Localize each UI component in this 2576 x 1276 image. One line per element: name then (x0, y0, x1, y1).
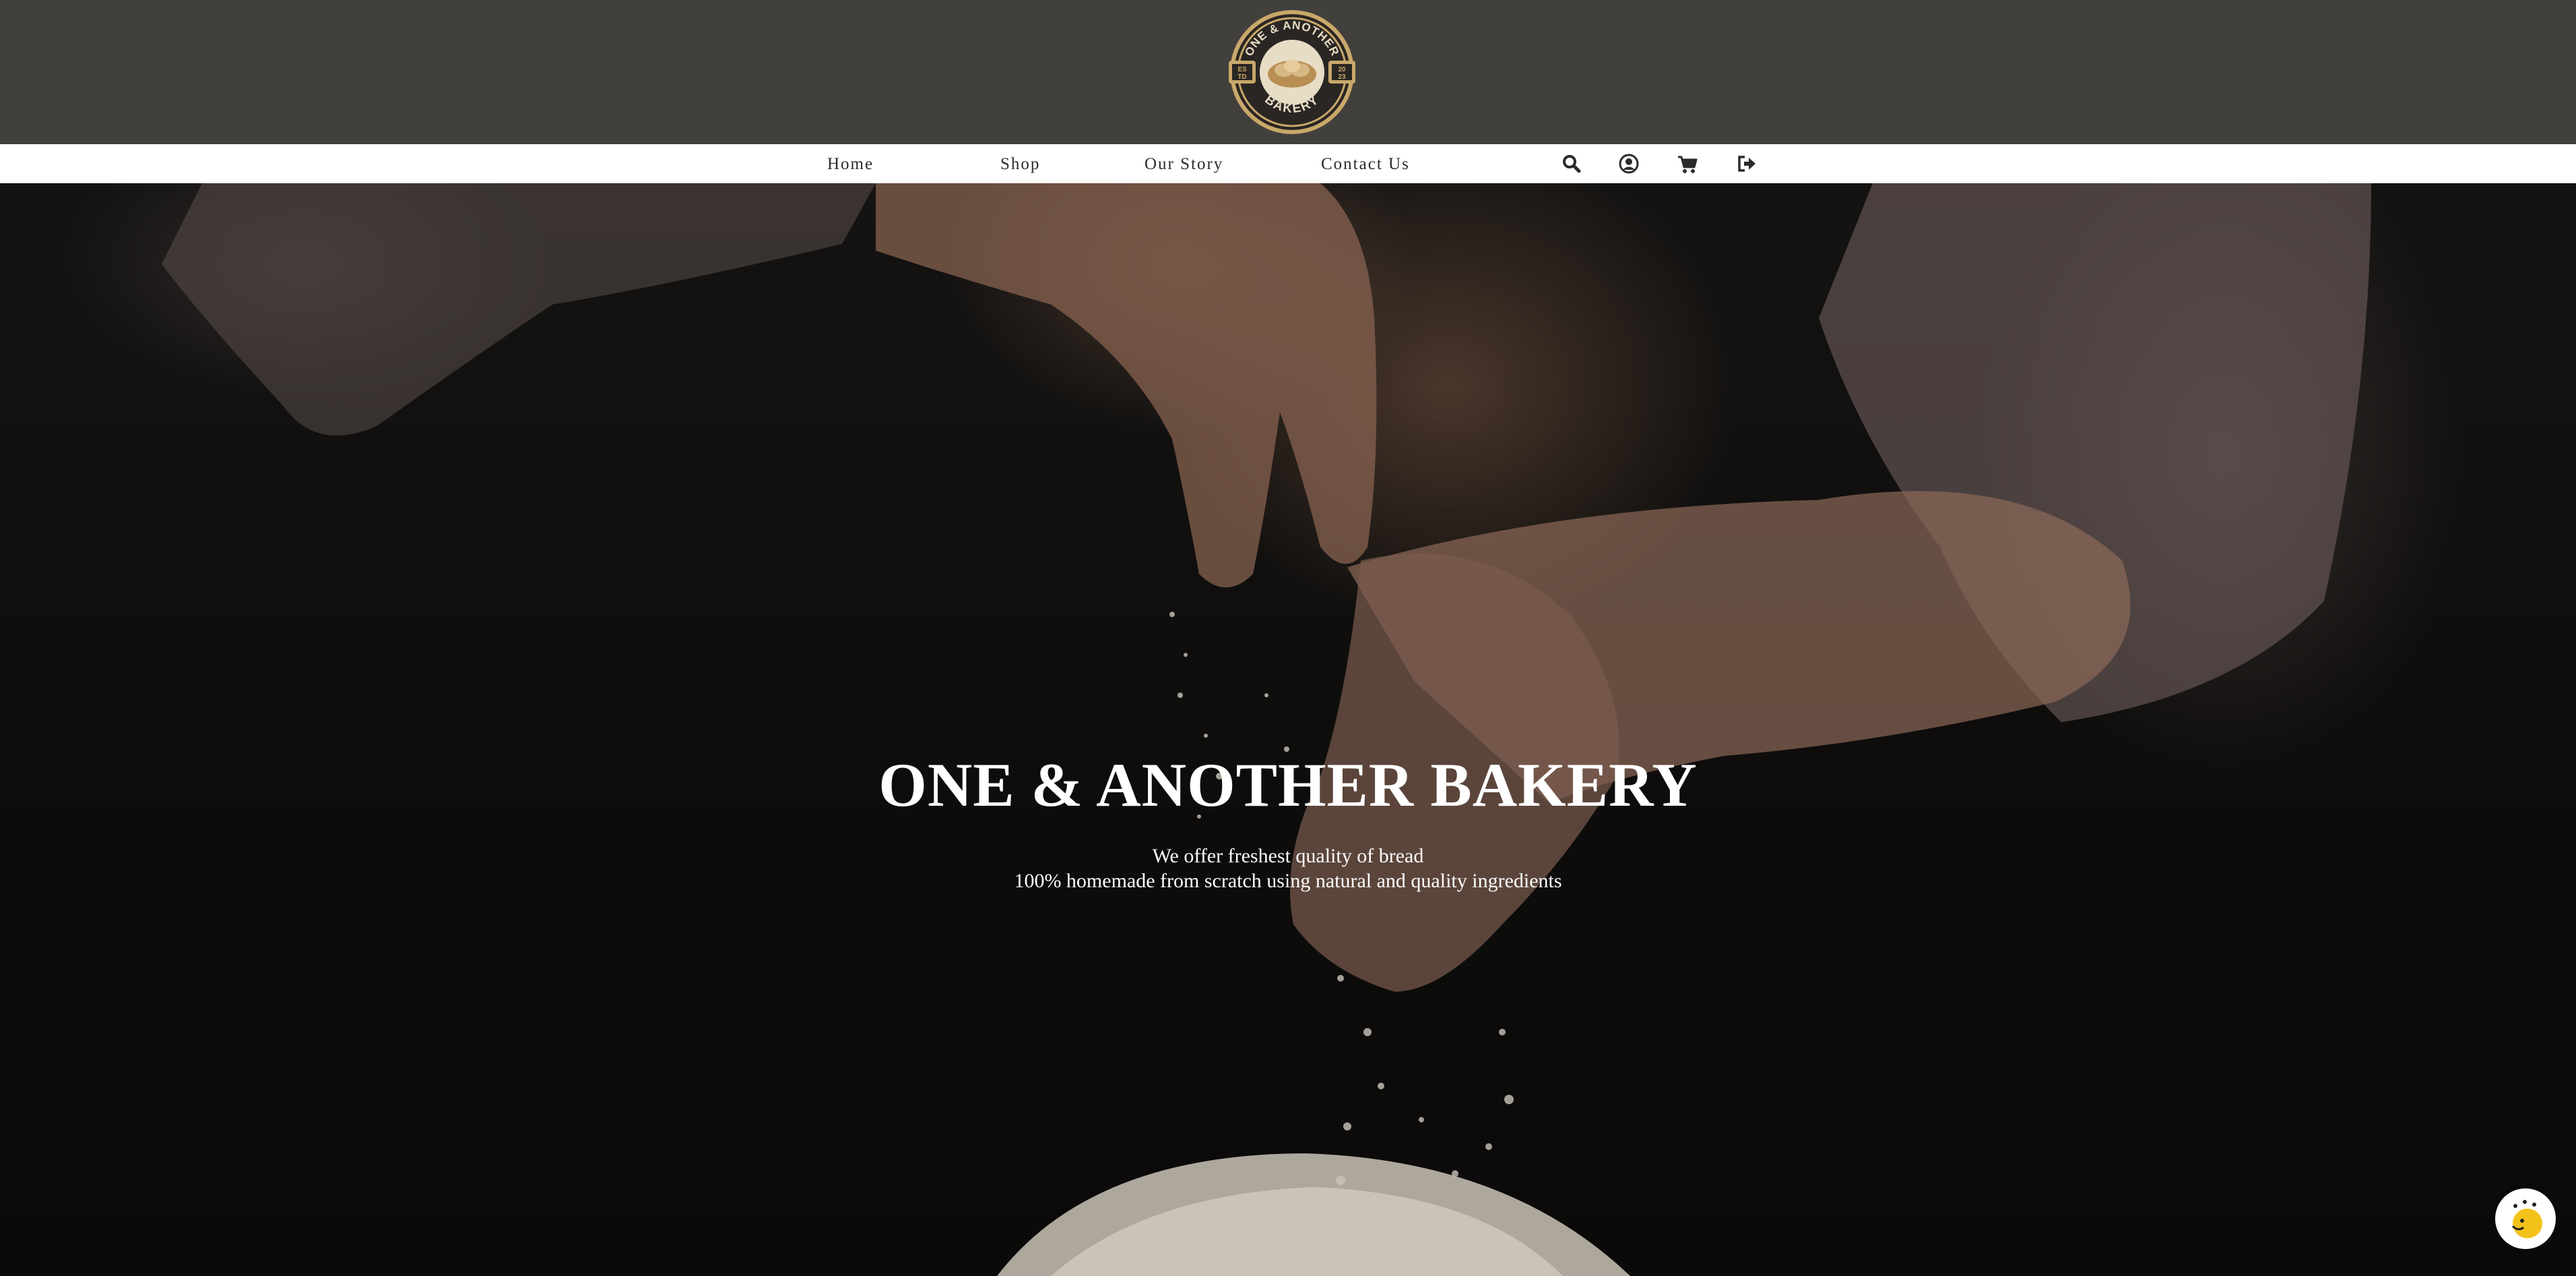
bakery-logo[interactable]: ES TD 20 23 ONE & ANOTHER BAKERY (1225, 8, 1359, 136)
svg-text:23: 23 (1338, 73, 1346, 81)
nav-link-our-story[interactable]: Our Story (1145, 151, 1223, 178)
main-nav: Home Shop Our Story Contact Us (0, 144, 2576, 183)
chat-avatar-icon (2499, 1192, 2552, 1246)
search-icon[interactable] (1560, 152, 1583, 175)
hero-subtitle-line-2: 100% homemade from scratch using natural… (1014, 870, 1562, 892)
hero-subtitle-line-1: We offer freshest quality of bread (1152, 845, 1424, 867)
hero-title: ONE & ANOTHER BAKERY (878, 751, 1698, 819)
hero-subtitle: We offer freshest quality of bread 100% … (0, 843, 2576, 893)
svg-text:TD: TD (1237, 73, 1246, 81)
nav-link-contact-us[interactable]: Contact Us (1321, 151, 1410, 178)
site-header: ES TD 20 23 ONE & ANOTHER BAKERY (0, 0, 2576, 144)
hero-background-image (162, 183, 2371, 1276)
svg-text:20: 20 (1338, 66, 1346, 73)
hero-section: ONE & ANOTHER BAKERY We offer freshest q… (0, 183, 2576, 1276)
logout-icon[interactable] (1735, 152, 1758, 175)
chat-widget-button[interactable] (2495, 1188, 2556, 1249)
cart-icon[interactable] (1676, 152, 1699, 175)
svg-text:ES: ES (1237, 66, 1247, 73)
user-icon[interactable] (1617, 152, 1640, 175)
nav-link-shop[interactable]: Shop (1000, 151, 1040, 178)
nav-link-home[interactable]: Home (827, 151, 874, 178)
